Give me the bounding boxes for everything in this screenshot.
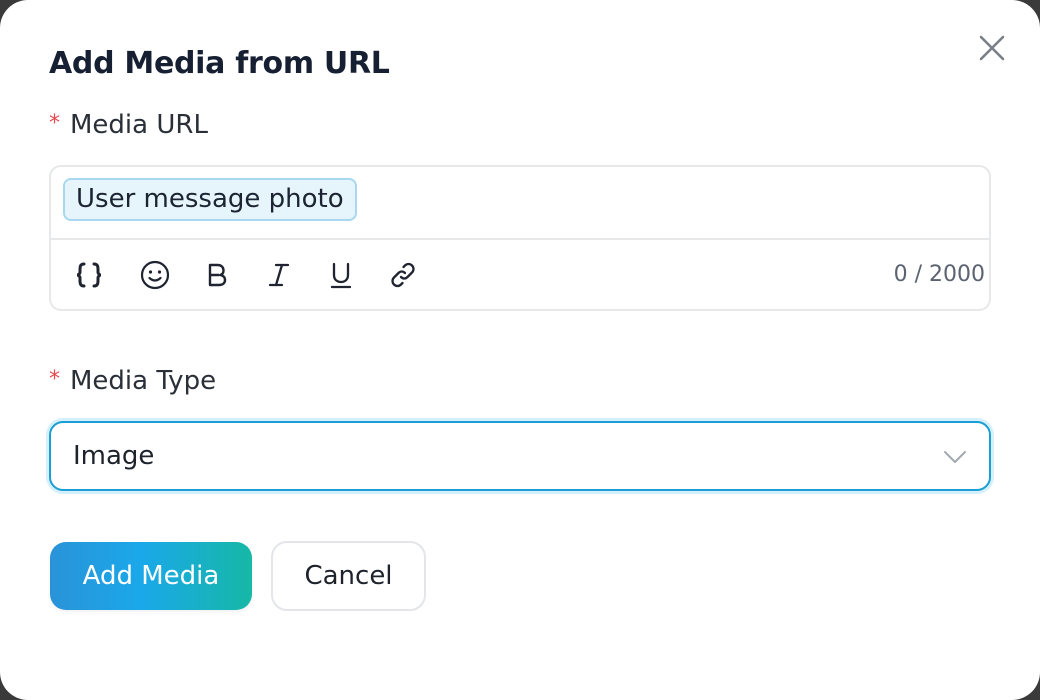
media-url-label-text: Media URL bbox=[70, 110, 208, 140]
dialog-title: Add Media from URL bbox=[49, 46, 390, 81]
add-media-button[interactable]: Add Media bbox=[50, 542, 252, 610]
italic-icon[interactable] bbox=[261, 257, 297, 293]
cancel-button[interactable]: Cancel bbox=[271, 541, 426, 611]
required-mark: * bbox=[49, 367, 60, 392]
media-type-select[interactable]: Image bbox=[49, 421, 991, 491]
required-mark: * bbox=[49, 111, 60, 136]
bold-icon[interactable] bbox=[199, 257, 235, 293]
editor-toolbar: 0 / 2000 bbox=[51, 240, 989, 311]
underline-icon[interactable] bbox=[323, 257, 359, 293]
chevron-down-icon bbox=[944, 451, 966, 463]
character-counter: 0 / 2000 bbox=[893, 262, 985, 287]
media-type-label: * Media Type bbox=[49, 366, 216, 396]
close-icon[interactable] bbox=[974, 30, 1010, 66]
media-url-editor[interactable]: User message photo 0 / 2000 bbox=[49, 165, 991, 311]
link-icon[interactable] bbox=[385, 257, 421, 293]
media-url-label: * Media URL bbox=[49, 110, 208, 140]
add-media-dialog: Add Media from URL * Media URL User messa… bbox=[0, 0, 1040, 700]
media-type-label-text: Media Type bbox=[70, 366, 217, 396]
media-type-selected-value: Image bbox=[73, 441, 155, 471]
emoji-icon[interactable] bbox=[137, 257, 173, 293]
media-url-input[interactable]: User message photo bbox=[51, 167, 989, 240]
variable-braces-icon[interactable] bbox=[71, 257, 107, 293]
variable-chip[interactable]: User message photo bbox=[63, 178, 357, 221]
